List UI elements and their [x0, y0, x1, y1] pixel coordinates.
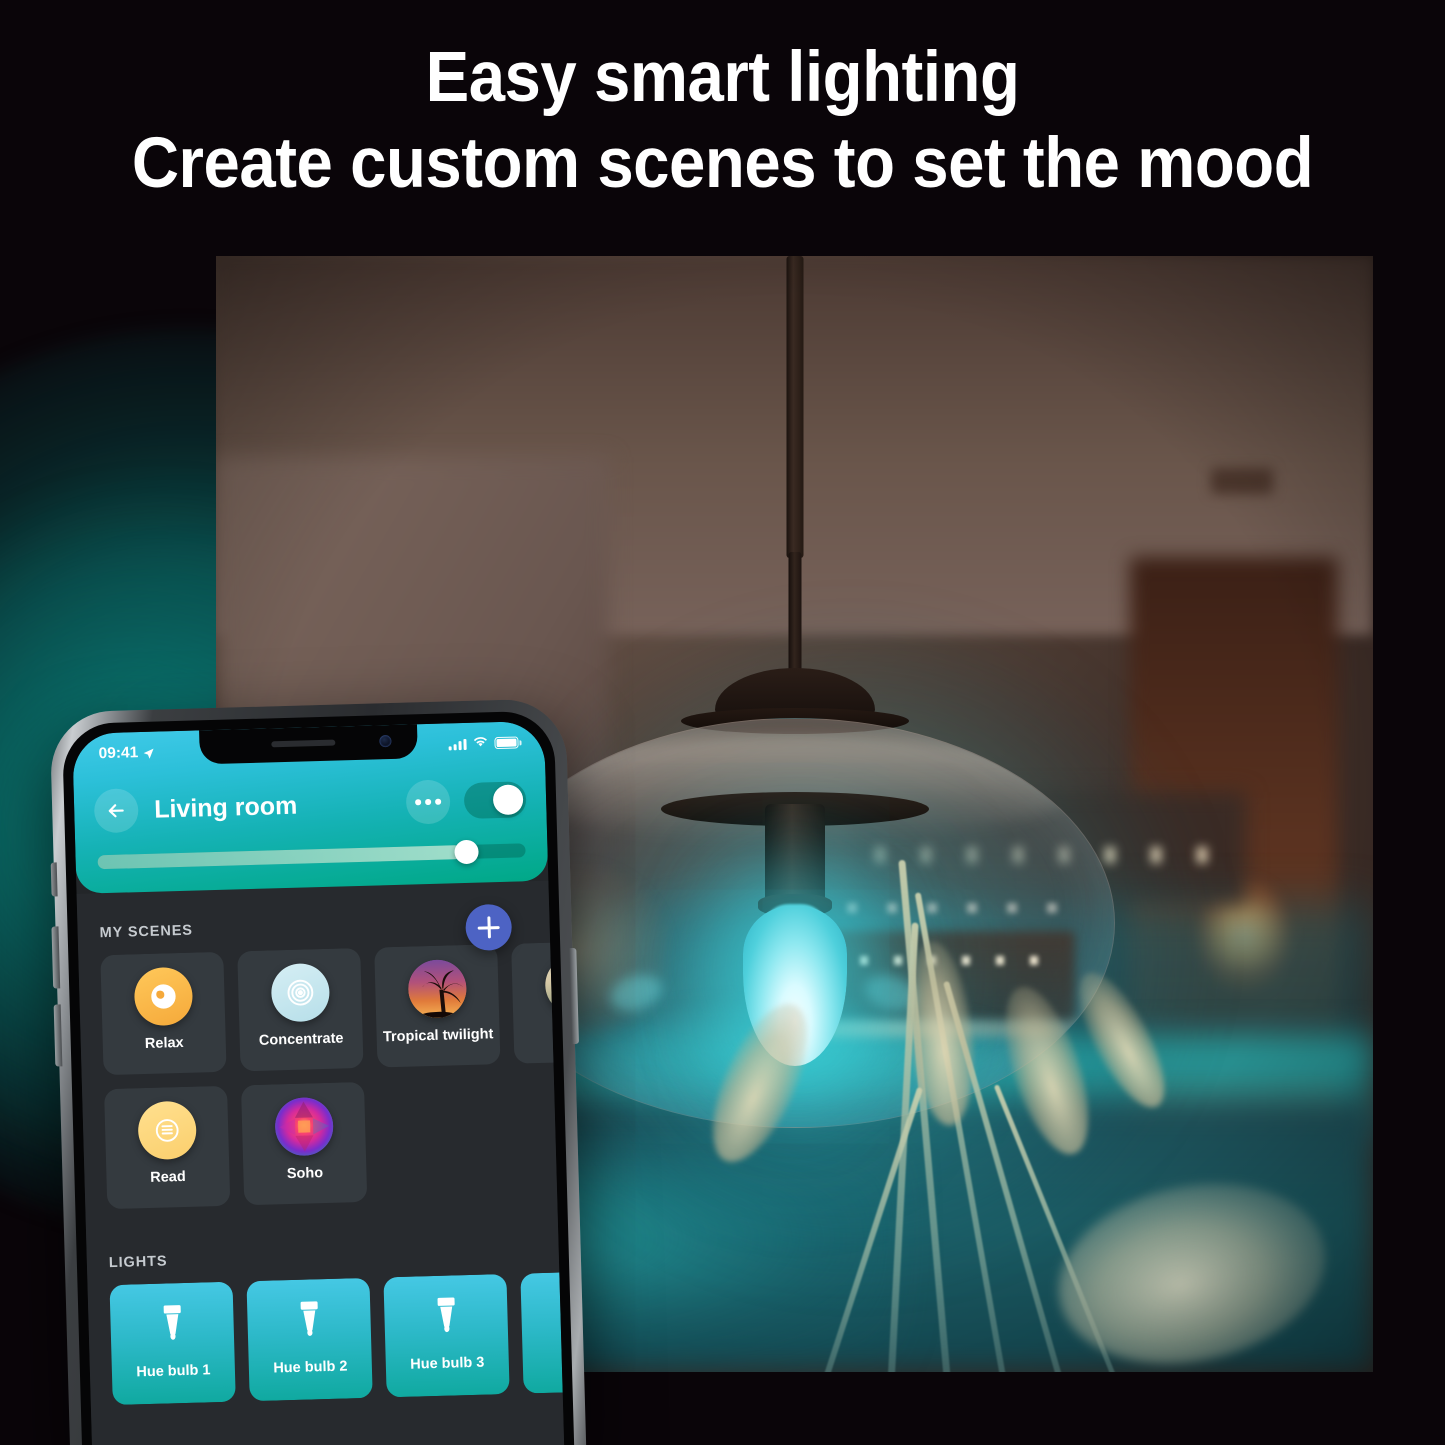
more-options-button[interactable]	[405, 779, 451, 825]
scene-name: Concentrate	[258, 1030, 344, 1049]
volume-up-button[interactable]	[51, 926, 61, 989]
app-content: MY SCENES Relax Concentrate Tropical twi…	[76, 880, 565, 1445]
phone-body: 09:41 Living room MY SCENES Relax Concen…	[49, 698, 587, 1445]
grass-plume-large	[1041, 1160, 1342, 1372]
headline-line-1: Easy smart lighting	[425, 38, 1020, 117]
bulb-icon	[432, 1295, 459, 1336]
more-options-icon	[415, 798, 441, 806]
pendant-cord-upper	[786, 256, 803, 558]
scene-card-tropical-twilight[interactable]: Tropical twilight	[374, 944, 501, 1068]
plus-icon	[477, 916, 500, 939]
light-name: Hue bulb 1	[136, 1362, 211, 1381]
power-button[interactable]	[569, 947, 579, 1045]
pendant-cord-lower	[788, 552, 801, 682]
phone-screen: 09:41 Living room MY SCENES Relax Concen…	[72, 720, 565, 1445]
bulb-icon	[295, 1299, 322, 1340]
book-lines-icon	[136, 1100, 197, 1161]
headline-block: Easy smart lighting Create custom scenes…	[0, 38, 1445, 204]
grass-blade	[817, 1086, 923, 1372]
scene-card-concentrate[interactable]: Concentrate	[237, 947, 364, 1072]
light-name: Hue bulb 3	[410, 1354, 485, 1373]
moon-crescent-icon	[133, 966, 193, 1027]
palm-sunset-photo-icon	[407, 959, 467, 1019]
status-bar-time: 09:41	[98, 744, 139, 763]
light-card-hue-bulb-2[interactable]: Hue bulb 2	[246, 1277, 373, 1402]
scene-card-partial[interactable]	[511, 942, 554, 1064]
room-power-toggle[interactable]	[463, 781, 527, 819]
scenes-row-2: Read Soho	[82, 1077, 557, 1210]
headline-line-2: Create custom scenes to set the mood	[131, 124, 1314, 204]
phone-mockup: 09:41 Living room MY SCENES Relax Concen…	[49, 698, 600, 1445]
page-title: Living room	[153, 791, 298, 824]
scenes-row-1: Relax Concentrate Tropical twilight	[78, 942, 554, 1076]
scene-card-soho[interactable]: Soho	[240, 1081, 368, 1206]
light-card-partial[interactable]: H	[520, 1272, 563, 1394]
volume-down-button[interactable]	[53, 1004, 63, 1067]
ceiling-vent	[1211, 468, 1274, 495]
light-name: Hue bulb 2	[273, 1358, 348, 1377]
colorful-gradient-icon	[273, 1096, 334, 1157]
scene-card-read[interactable]: Read	[104, 1085, 231, 1210]
bulb-icon	[159, 1303, 186, 1344]
wifi-icon	[472, 734, 488, 752]
light-card-hue-bulb-3[interactable]: Hue bulb 3	[383, 1274, 510, 1398]
scene-card-relax[interactable]: Relax	[100, 951, 227, 1076]
cellular-signal-icon	[448, 738, 467, 750]
back-arrow-icon	[105, 799, 128, 822]
scene-photo-icon	[544, 955, 554, 1015]
promo-banner: Easy smart lighting Create custom scenes…	[0, 0, 1445, 1445]
light-card-hue-bulb-1[interactable]: Hue bulb 1	[109, 1281, 236, 1406]
scene-name: Soho	[286, 1165, 324, 1183]
lights-section-label: LIGHTS	[108, 1253, 168, 1272]
location-arrow-icon	[142, 747, 154, 759]
grass-plume	[693, 991, 827, 1176]
back-button[interactable]	[93, 788, 139, 834]
toggle-knob	[492, 784, 524, 816]
scene-name: Tropical twilight	[382, 1026, 494, 1046]
scene-name: Relax	[144, 1034, 184, 1053]
lights-row: Hue bulb 1 Hue bulb 2 Hue bulb 3	[88, 1272, 563, 1406]
mute-switch[interactable]	[50, 862, 58, 897]
battery-full-icon	[494, 736, 519, 750]
concentric-rings-icon	[270, 962, 330, 1023]
scene-name: Read	[150, 1168, 186, 1186]
phone-bezel: 09:41 Living room MY SCENES Relax Concen…	[61, 710, 575, 1445]
